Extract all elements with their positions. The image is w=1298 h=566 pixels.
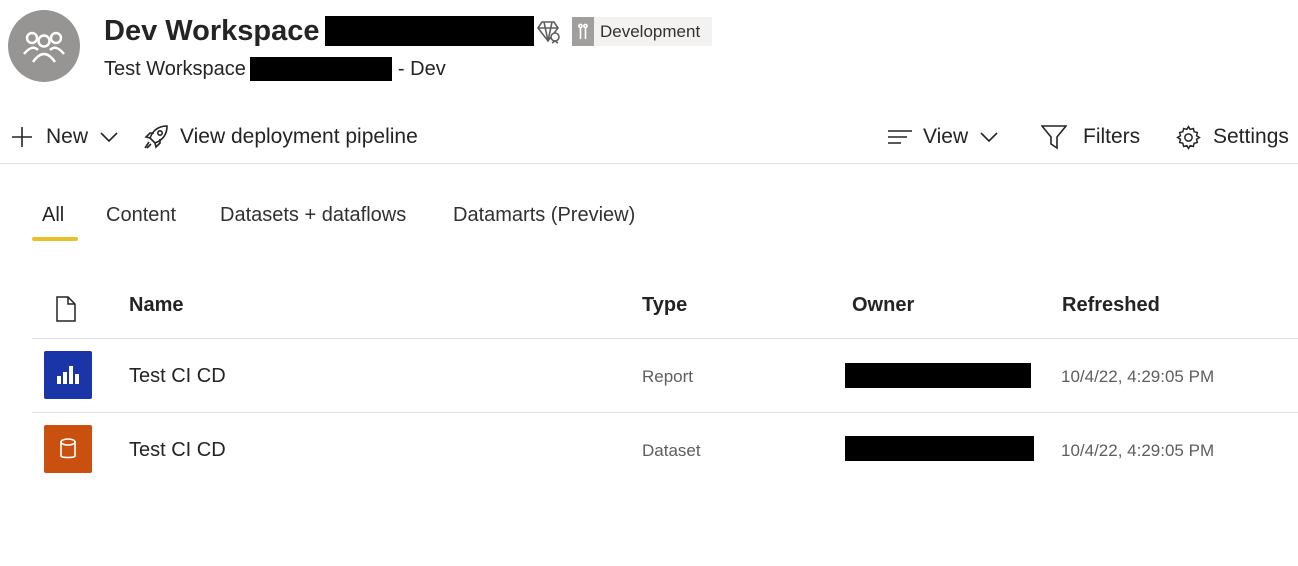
column-header-type[interactable]: Type — [642, 294, 687, 317]
new-label: New — [46, 125, 89, 148]
column-header-owner[interactable]: Owner — [852, 294, 914, 317]
workspace-subtitle-suffix: - Dev — [397, 57, 446, 80]
column-header-name[interactable]: Name — [129, 294, 183, 317]
view-button[interactable]: View — [887, 112, 998, 162]
item-type: Dataset — [642, 441, 701, 460]
document-icon — [56, 296, 76, 322]
item-name[interactable]: Test CI CD — [129, 439, 226, 462]
item-name[interactable]: Test CI CD — [129, 365, 226, 388]
row-divider — [32, 412, 1298, 413]
environment-label: Development — [600, 21, 701, 41]
dataset-cylinder-icon[interactable] — [44, 425, 92, 473]
rocket-icon — [144, 125, 168, 149]
workspace-title: Dev Workspace — [104, 12, 535, 50]
premium-diamond-icon[interactable] — [536, 20, 562, 44]
item-type: Report — [642, 367, 694, 386]
settings-button[interactable]: Settings — [1176, 112, 1289, 162]
view-deployment-pipeline-button[interactable]: View deployment pipeline — [143, 112, 418, 162]
column-header-refreshed[interactable]: Refreshed — [1062, 294, 1160, 317]
view-lines-icon — [888, 130, 912, 144]
tab-all[interactable]: All — [42, 196, 64, 240]
redacted-owner — [845, 436, 1034, 461]
item-refreshed: 10/4/22, 4:29:05 PM — [1061, 367, 1215, 386]
settings-label: Settings — [1213, 125, 1289, 148]
redacted-owner — [845, 363, 1031, 388]
view-label: View — [923, 125, 969, 148]
filter-icon — [1041, 125, 1067, 150]
pipeline-label: View deployment pipeline — [180, 125, 418, 148]
chevron-down-icon — [980, 132, 998, 143]
plus-icon — [12, 127, 32, 147]
workspace-subtitle: Test Workspace - Dev — [104, 56, 446, 82]
redacted-block — [325, 16, 535, 46]
pipeline-stage-icon — [572, 17, 594, 46]
tab-datasets-dataflows[interactable]: Datasets + dataflows — [220, 196, 406, 240]
row-divider — [32, 338, 1298, 339]
redacted-block — [249, 57, 392, 81]
workspace-subtitle-prefix: Test Workspace — [104, 57, 246, 80]
filters-button[interactable]: Filters — [1041, 112, 1140, 162]
workspace-page: Dev Workspace Development Test Workspace… — [0, 0, 1298, 566]
workspace-title-text: Dev Workspace — [104, 14, 320, 47]
tab-content[interactable]: Content — [106, 196, 176, 240]
chevron-down-icon — [100, 132, 118, 143]
people-group-icon — [23, 31, 65, 63]
filters-label: Filters — [1083, 125, 1141, 148]
active-tab-indicator — [32, 237, 78, 241]
new-button[interactable]: New — [10, 112, 118, 162]
command-bar: New View deployment pipeline View Filter… — [0, 112, 1298, 164]
tab-datamarts-preview[interactable]: Datamarts (Preview) — [453, 196, 635, 240]
item-refreshed: 10/4/22, 4:29:05 PM — [1061, 441, 1215, 460]
environment-badge: Development — [572, 17, 713, 46]
workspace-avatar — [8, 10, 80, 82]
report-bar-chart-icon[interactable] — [44, 351, 92, 399]
gear-icon — [1176, 124, 1201, 150]
